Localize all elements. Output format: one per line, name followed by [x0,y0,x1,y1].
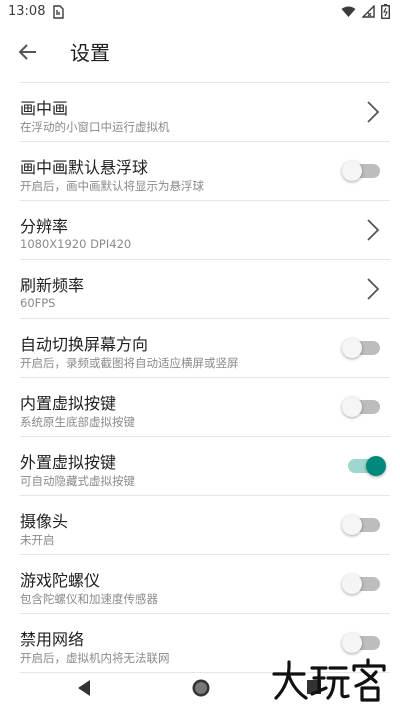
arrow-left-icon [18,44,36,60]
status-bar: 13:08 [0,0,400,24]
status-time: 13:08 [8,4,46,19]
toggle-thumb [342,574,362,594]
toggle-switch[interactable] [342,161,380,181]
setting-title: 内置虚拟按键 [20,394,117,413]
settings-row[interactable]: 自动切换屏幕方向开启后，录频或截图将自动适应横屏或竖屏 [20,319,390,378]
toolbar: 设置 [0,24,400,80]
chevron-right-icon[interactable] [366,277,380,301]
toggle-switch[interactable] [342,515,380,535]
setting-title: 画中画默认悬浮球 [20,158,149,177]
nav-back-icon[interactable] [76,679,92,701]
settings-row[interactable]: 摄像头 未开启 [20,496,390,555]
setting-subtitle: 在浮动的小窗口中运行虚拟机 [20,120,170,134]
setting-title: 刷新频率 [20,276,85,295]
toggle-thumb [342,397,362,417]
setting-title: 禁用网络 [20,630,85,649]
setting-subtitle: 1080X1920 DPI420 [20,237,132,251]
settings-row[interactable]: 分辨率 1080X1920 DPI420 [20,201,390,260]
setting-title: 摄像头 [20,512,69,531]
toggle-thumb [342,338,362,358]
setting-subtitle: 未开启 [20,533,55,547]
back-button[interactable] [14,38,42,66]
settings-list: 画中画在浮动的小窗口中运行虚拟机画中画默认悬浮球开启后，画中画默认将显示为悬浮球… [20,82,390,673]
setting-title: 画中画 [20,99,69,118]
settings-row[interactable]: 内置虚拟按键系统原生底部虚拟按键 [20,378,390,437]
setting-title: 游戏陀螺仪 [20,571,101,590]
setting-subtitle: 包含陀螺仪和加速度传感器 [20,592,158,606]
settings-row[interactable]: 画中画默认悬浮球开启后，画中画默认将显示为悬浮球 [20,142,390,201]
setting-subtitle: 开启后，虚拟机内将无法联网 [20,651,170,665]
setting-title: 外置虚拟按键 [20,453,117,472]
setting-title: 分辨率 [20,217,69,236]
toggle-thumb [366,456,386,476]
toggle-switch[interactable] [342,633,380,653]
toggle-thumb [342,161,362,181]
chevron-right-icon[interactable] [366,218,380,242]
battery-icon [380,4,390,23]
setting-subtitle: 系统原生底部虚拟按键 [20,415,135,429]
toggle-thumb [342,633,362,653]
toggle-switch[interactable] [342,338,380,358]
setting-subtitle: 60FPS [20,296,56,310]
status-icons [341,4,390,23]
settings-row[interactable]: 游戏陀螺仪包含陀螺仪和加速度传感器 [20,555,390,614]
nav-home-icon[interactable] [191,678,211,702]
chevron-right-icon[interactable] [366,100,380,124]
toggle-switch[interactable] [342,397,380,417]
settings-row[interactable]: 外置虚拟按键可自动隐藏式虚拟按键 [20,437,390,496]
settings-row[interactable]: 刷新频率 60FPS [20,260,390,319]
setting-subtitle: 可自动隐藏式虚拟按键 [20,474,135,488]
signal-icon [361,4,375,22]
setting-subtitle: 开启后，画中画默认将显示为悬浮球 [20,179,204,193]
page-title: 设置 [70,41,110,65]
toggle-switch[interactable] [348,456,386,476]
toggle-thumb [342,515,362,535]
sim-card-icon [52,5,64,23]
setting-title: 自动切换屏幕方向 [20,335,149,354]
setting-subtitle: 开启后，录频或截图将自动适应横屏或竖屏 [20,356,239,370]
toggle-switch[interactable] [342,574,380,594]
settings-row[interactable]: 画中画在浮动的小窗口中运行虚拟机 [20,83,390,142]
wifi-icon [341,6,356,22]
watermark-logo [270,656,390,708]
